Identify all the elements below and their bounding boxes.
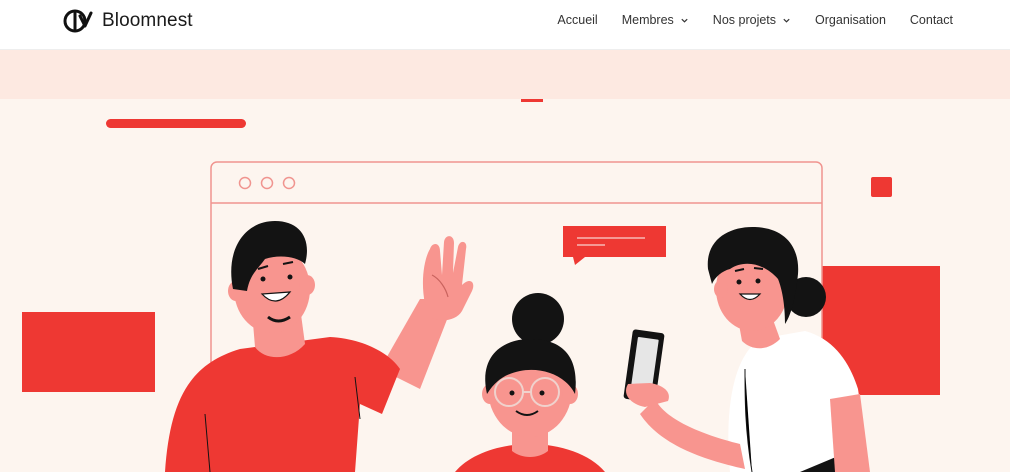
chevron-down-icon xyxy=(681,18,688,23)
nav-item-label: Nos projets xyxy=(712,13,777,27)
brand-home-link[interactable]: Bloomnest xyxy=(63,7,193,35)
hero-illustration-section xyxy=(0,99,1010,472)
nav-item-accueil[interactable]: Accueil xyxy=(557,13,597,27)
main-nav: Accueil Membres Nos projets Organisation… xyxy=(533,13,953,27)
bloomnest-logo-icon xyxy=(63,9,93,33)
site-header: Bloomnest Accueil Membres Nos projets Or… xyxy=(0,0,1010,50)
nav-item-contact[interactable]: Contact xyxy=(910,13,953,27)
brand-name: Bloomnest xyxy=(102,10,193,31)
nav-item-membres[interactable]: Membres xyxy=(622,13,689,27)
nav-item-label: Organisation xyxy=(815,13,886,27)
nav-item-organisation[interactable]: Organisation xyxy=(815,13,886,27)
nav-item-label: Accueil xyxy=(557,13,598,27)
chevron-down-icon xyxy=(783,18,790,23)
nav-item-nos-projets[interactable]: Nos projets xyxy=(713,13,791,27)
hero-top-band xyxy=(0,50,1010,99)
nav-item-label: Membres xyxy=(621,13,674,27)
team-illustration xyxy=(22,99,940,472)
nav-item-label: Contact xyxy=(909,13,953,27)
